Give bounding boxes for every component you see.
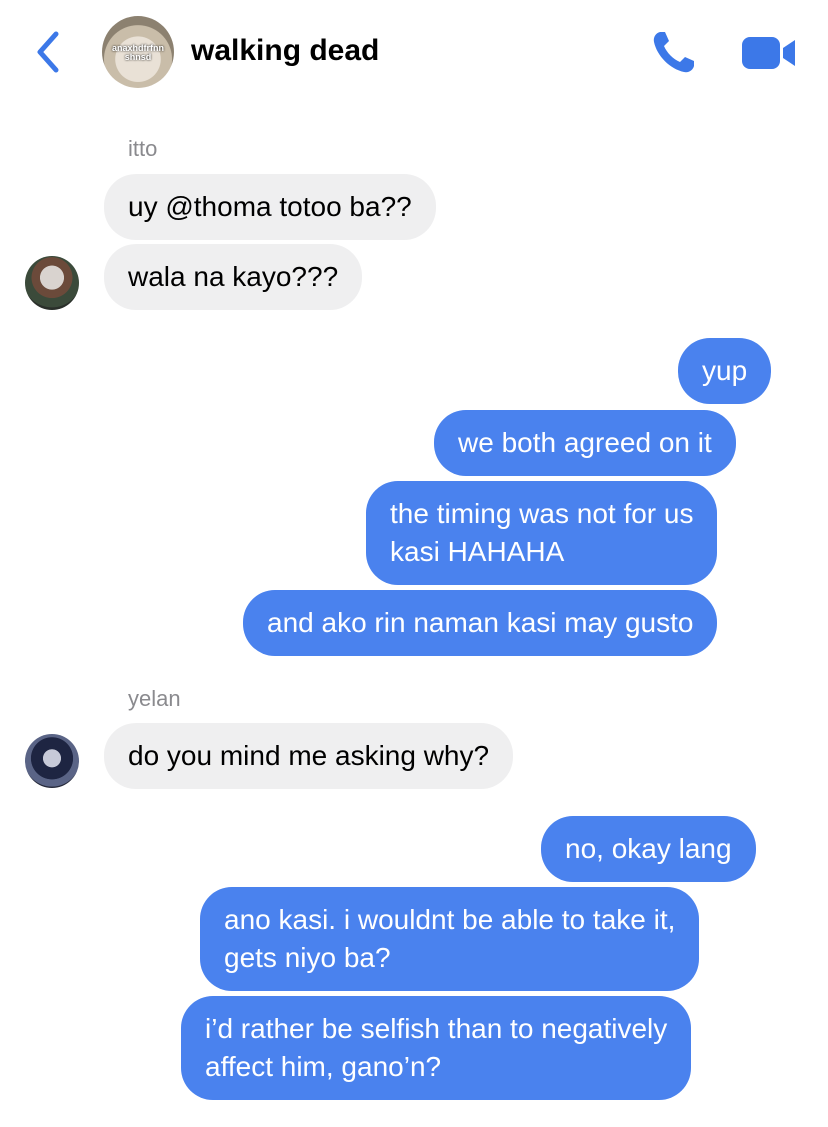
message-bubble[interactable]: do you mind me asking why? <box>104 723 514 789</box>
message-line: ano kasi. i wouldnt be able to take it, <box>224 904 676 935</box>
message-bubble[interactable]: yup <box>678 338 772 404</box>
message-bubble[interactable]: ano kasi. i wouldnt be able to take it, … <box>200 887 700 991</box>
message-line: kasi HAHAHA <box>390 536 565 567</box>
group-avatar[interactable]: anaxhdfrfnn shnsd <box>102 16 174 88</box>
message-bubble[interactable]: we both agreed on it <box>434 410 736 476</box>
phone-call-icon[interactable] <box>650 28 698 76</box>
back-chevron-icon[interactable] <box>30 28 70 76</box>
avatar-yelan[interactable] <box>25 734 79 788</box>
message-bubble[interactable]: and ako rin naman kasi may gusto <box>243 590 718 656</box>
message-line: gets niyo ba? <box>224 942 391 973</box>
chat-header: anaxhdfrfnn shnsd walking dead <box>0 0 828 104</box>
group-avatar-caption: anaxhdfrfnn shnsd <box>112 43 165 62</box>
sender-name-yelan: yelan <box>128 686 181 711</box>
sender-name-itto: itto <box>128 136 158 161</box>
message-line: affect him, gano’n? <box>205 1051 442 1082</box>
message-line: i’d rather be selfish than to negatively <box>205 1013 668 1044</box>
video-call-icon[interactable] <box>741 34 797 72</box>
message-bubble[interactable]: i’d rather be selfish than to negatively… <box>181 996 692 1100</box>
message-bubble[interactable]: the timing was not for us kasi HAHAHA <box>366 481 718 585</box>
message-bubble[interactable]: wala na kayo??? <box>104 244 363 310</box>
message-bubble[interactable]: no, okay lang <box>541 816 756 882</box>
message-bubble[interactable]: uy @thoma totoo ba?? <box>104 174 436 240</box>
chat-title[interactable]: walking dead <box>191 34 379 68</box>
avatar-itto[interactable] <box>25 256 79 310</box>
message-line: the timing was not for us <box>390 498 694 529</box>
